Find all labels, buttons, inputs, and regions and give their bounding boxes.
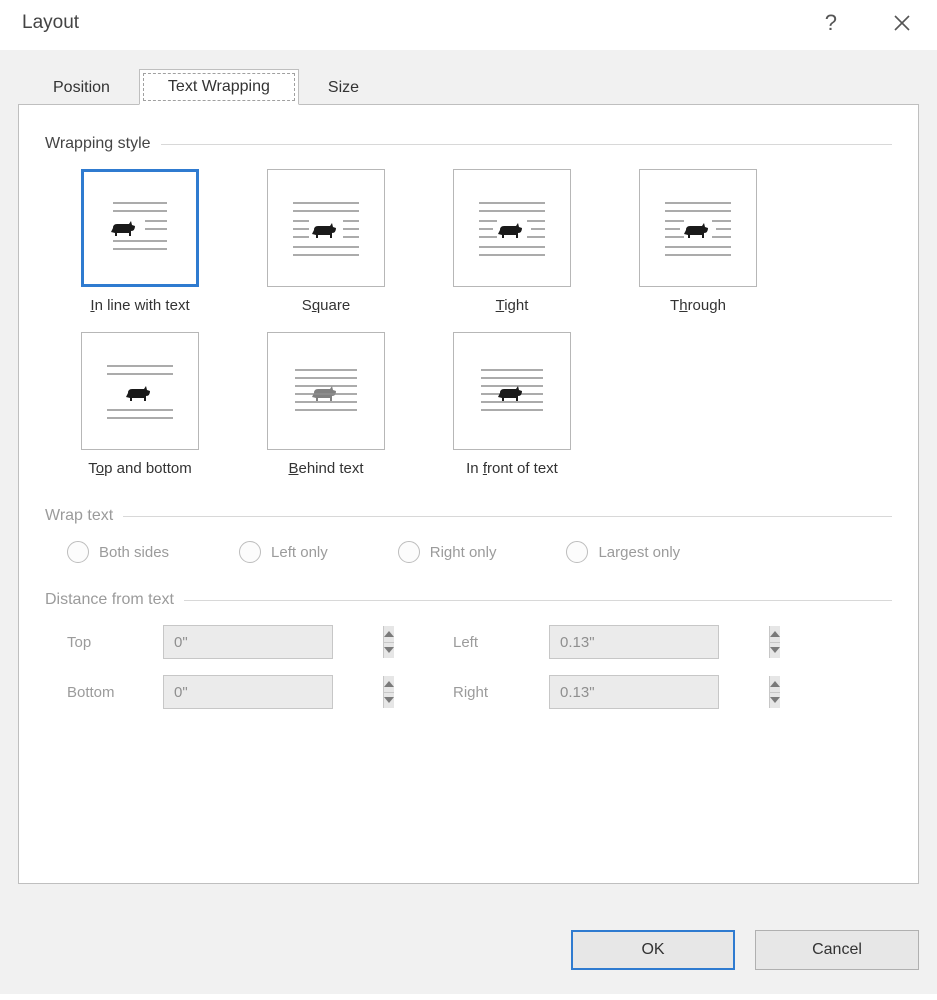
cancel-button[interactable]: Cancel	[755, 930, 919, 970]
spinner-up-button	[384, 626, 394, 643]
style-thumb-inline	[81, 169, 199, 287]
chevron-up-icon	[384, 681, 394, 687]
style-option-square[interactable]: Square	[253, 169, 399, 314]
radio-both-sides-label: Both sides	[99, 544, 169, 561]
group-wrap-text: Wrap text	[45, 507, 892, 525]
tab-position[interactable]: Position	[24, 70, 139, 105]
radio-left-only: Left only	[239, 541, 328, 563]
distance-right-input	[550, 676, 769, 708]
dialog-body: Position Text Wrapping Size Wrapping sty…	[0, 50, 937, 994]
spinner-up-button	[384, 676, 394, 693]
dialog-title: Layout	[22, 12, 811, 34]
group-wrapping-style: Wrapping style	[45, 135, 892, 153]
radio-left-only-label: Left only	[271, 544, 328, 561]
chevron-up-icon	[384, 631, 394, 637]
distance-top-input	[164, 626, 383, 658]
radio-icon	[566, 541, 588, 563]
distance-left-label: Left	[453, 634, 533, 651]
dialog-footer: OK Cancel	[571, 930, 919, 970]
chevron-down-icon	[384, 697, 394, 703]
chevron-down-icon	[770, 697, 780, 703]
front-icon	[467, 352, 557, 430]
distance-left-spinner	[549, 625, 719, 659]
distance-bottom-spinner	[163, 675, 333, 709]
close-button[interactable]	[889, 10, 915, 36]
spinner-down-button	[770, 643, 780, 659]
distance-top-label: Top	[67, 634, 147, 651]
spinner-down-button	[770, 693, 780, 709]
wrapping-style-grid: In line with text Square	[67, 169, 892, 477]
chevron-up-icon	[770, 681, 780, 687]
tight-icon	[467, 189, 557, 267]
tab-strip: Position Text Wrapping Size	[0, 68, 937, 104]
distance-right-label: Right	[453, 684, 533, 701]
style-option-inline[interactable]: In line with text	[67, 169, 213, 314]
radio-right-only-label: Right only	[430, 544, 497, 561]
tab-panel: Wrapping style In line with	[18, 104, 919, 884]
distance-top-spinner	[163, 625, 333, 659]
style-label-behind: Behind text	[288, 460, 363, 477]
style-thumb-behind	[267, 332, 385, 450]
wrap-text-radios: Both sides Left only Right only Largest …	[67, 541, 892, 563]
style-option-top-bottom[interactable]: Top and bottom	[67, 332, 213, 477]
distance-right-spinner	[549, 675, 719, 709]
radio-icon	[239, 541, 261, 563]
style-label-square: Square	[302, 297, 350, 314]
style-thumb-square	[267, 169, 385, 287]
chevron-down-icon	[384, 647, 394, 653]
chevron-down-icon	[770, 647, 780, 653]
help-button[interactable]: ?	[811, 10, 851, 36]
radio-both-sides: Both sides	[67, 541, 169, 563]
spinner-up-button	[770, 676, 780, 693]
radio-icon	[398, 541, 420, 563]
spinner-down-button	[384, 693, 394, 709]
style-label-tight: Tight	[496, 297, 529, 314]
group-distance-label: Distance from text	[45, 591, 174, 609]
distance-bottom-label: Bottom	[67, 684, 147, 701]
spinner-up-button	[770, 626, 780, 643]
spinner-down-button	[384, 643, 394, 659]
radio-right-only: Right only	[398, 541, 497, 563]
close-icon	[892, 13, 912, 33]
top-bottom-icon	[95, 352, 185, 430]
distance-left-input	[550, 626, 769, 658]
radio-largest-only: Largest only	[566, 541, 680, 563]
inline-icon	[95, 189, 185, 267]
chevron-up-icon	[770, 631, 780, 637]
style-thumb-top-bottom	[81, 332, 199, 450]
style-label-front: In front of text	[466, 460, 558, 477]
distance-bottom-input	[164, 676, 383, 708]
radio-largest-only-label: Largest only	[598, 544, 680, 561]
square-icon	[281, 189, 371, 267]
radio-icon	[67, 541, 89, 563]
group-wrapping-style-label: Wrapping style	[45, 135, 151, 153]
style-option-behind[interactable]: Behind text	[253, 332, 399, 477]
behind-icon	[281, 352, 371, 430]
ok-button[interactable]: OK	[571, 930, 735, 970]
style-option-through[interactable]: Through	[625, 169, 771, 314]
style-option-front[interactable]: In front of text	[439, 332, 585, 477]
through-icon	[653, 189, 743, 267]
style-label-inline: In line with text	[90, 297, 189, 314]
style-option-tight[interactable]: Tight	[439, 169, 585, 314]
tab-size[interactable]: Size	[299, 70, 388, 105]
style-label-top-bottom: Top and bottom	[88, 460, 191, 477]
style-thumb-front	[453, 332, 571, 450]
distance-controls: Top Bottom	[67, 625, 892, 709]
tab-text-wrapping[interactable]: Text Wrapping	[139, 69, 299, 105]
group-wrap-text-label: Wrap text	[45, 507, 113, 525]
style-label-through: Through	[670, 297, 726, 314]
style-thumb-through	[639, 169, 757, 287]
group-distance: Distance from text	[45, 591, 892, 609]
style-thumb-tight	[453, 169, 571, 287]
titlebar: Layout ?	[0, 0, 937, 50]
